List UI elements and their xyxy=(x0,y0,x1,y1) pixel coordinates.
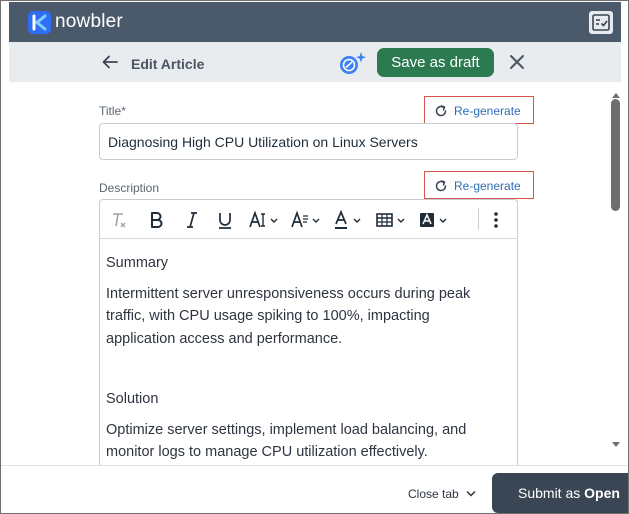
app-window: nowbler Edit Article Save as draft Title… xyxy=(0,0,629,514)
more-options-icon[interactable] xyxy=(490,209,502,231)
page-title: Edit Article xyxy=(131,56,205,72)
paragraph-format-icon[interactable] xyxy=(290,209,324,231)
regenerate-label: Re-generate xyxy=(454,179,521,193)
scroll-down-arrow-icon[interactable] xyxy=(610,437,622,447)
close-tab-label: Close tab xyxy=(408,487,459,501)
regenerate-label: Re-generate xyxy=(454,104,521,118)
editor-toolbar xyxy=(100,200,517,239)
description-label: Description xyxy=(99,181,160,195)
description-editor[interactable]: Summary Intermittent server unresponsive… xyxy=(99,199,518,469)
italic-icon[interactable] xyxy=(184,209,200,231)
summary-heading: Summary xyxy=(106,255,169,271)
footer-bar: Close tab Submit as Open xyxy=(1,465,628,513)
underline-icon[interactable] xyxy=(217,209,233,231)
save-as-draft-button[interactable]: Save as draft xyxy=(377,48,494,77)
submit-status: Open xyxy=(584,485,620,501)
task-list-icon[interactable] xyxy=(589,11,613,34)
editor-header: Edit Article Save as draft xyxy=(9,42,621,82)
summary-text: Intermittent server unresponsiveness occ… xyxy=(106,285,471,347)
back-arrow-icon[interactable] xyxy=(101,53,119,71)
clear-format-icon[interactable] xyxy=(110,209,128,231)
regenerate-description-button[interactable]: Re-generate xyxy=(424,171,534,199)
text-color-icon[interactable] xyxy=(332,209,366,231)
close-tab-button[interactable]: Close tab xyxy=(408,487,476,501)
title-input[interactable] xyxy=(99,123,518,160)
solution-heading: Solution xyxy=(106,391,159,407)
table-icon[interactable] xyxy=(375,209,409,231)
font-size-icon[interactable] xyxy=(248,209,282,231)
bold-icon[interactable] xyxy=(148,209,164,231)
brand-name: nowbler xyxy=(55,11,123,32)
ai-assistant-icon[interactable] xyxy=(337,50,367,76)
refresh-icon xyxy=(435,180,447,192)
submit-button[interactable]: Submit as Open xyxy=(492,473,628,513)
submit-prefix: Submit as xyxy=(518,485,585,501)
toolbar-divider xyxy=(478,208,479,230)
close-icon[interactable] xyxy=(507,52,527,72)
scroll-up-arrow-icon[interactable] xyxy=(610,87,622,98)
logo-icon xyxy=(28,11,51,34)
scrollbar-thumb[interactable] xyxy=(611,99,620,211)
refresh-icon xyxy=(435,105,447,117)
highlight-icon[interactable] xyxy=(418,209,452,231)
regenerate-title-button[interactable]: Re-generate xyxy=(424,96,534,124)
title-label: Title* xyxy=(99,104,126,118)
solution-text: Optimize server settings, implement load… xyxy=(106,421,467,461)
chevron-down-icon xyxy=(466,490,476,497)
app-bar: nowbler xyxy=(9,2,621,42)
editor-content[interactable]: Summary Intermittent server unresponsive… xyxy=(106,252,502,464)
